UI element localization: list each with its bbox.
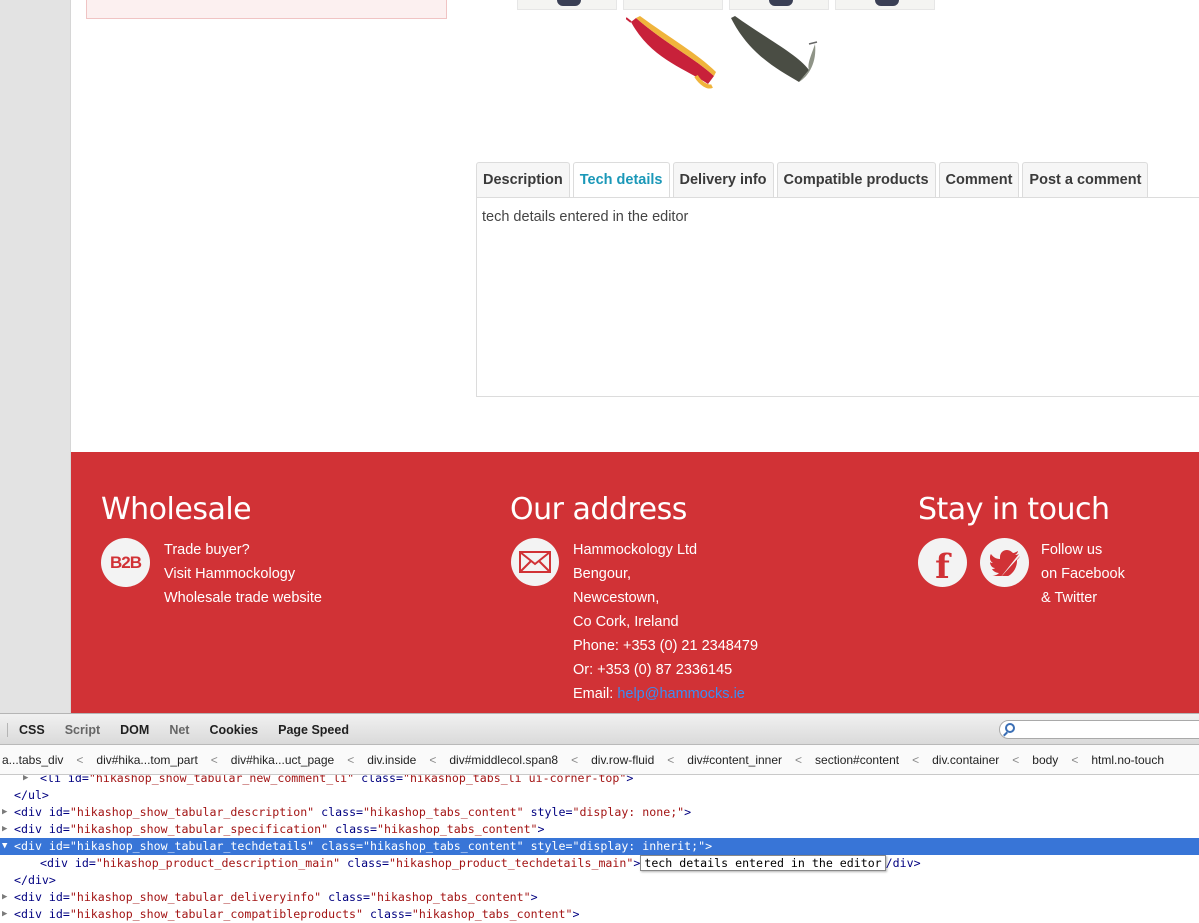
tab-tech-details[interactable]: Tech details (572, 162, 670, 199)
html-line-selected[interactable]: ▼ <div id="hikashop_show_tabular_techdet… (0, 838, 1199, 855)
html-line[interactable]: ▶ <li id="hikashop_show_tabular_new_comm… (0, 775, 1199, 787)
devtools-tab-dom[interactable]: DOM (110, 723, 159, 737)
address-line-3: Newcestown, (573, 590, 660, 606)
thumbnail[interactable] (835, 0, 935, 10)
crumb-7[interactable]: section#content (813, 753, 901, 767)
thumbnail[interactable] (517, 0, 617, 10)
address-line-4: Co Cork, Ireland (573, 614, 679, 630)
html-tree: ▶ <li id="hikashop_show_tabular_new_comm… (0, 775, 1199, 923)
address-heading: Our address (510, 492, 687, 527)
breadcrumb: a...tabs_div < div#hika...tom_part < div#h… (0, 745, 1199, 775)
html-line[interactable]: ▶ <div id="hikashop_show_tabular_specifi… (0, 821, 1199, 838)
social-line-3: & Twitter (1041, 590, 1098, 606)
hammock-red-image[interactable] (625, 14, 721, 92)
devtools-tab-script[interactable]: Script (55, 723, 110, 737)
social-line-2: on Facebook (1041, 566, 1125, 582)
crumb-8[interactable]: div.container (930, 753, 1001, 767)
crumb-3[interactable]: div.inside (365, 753, 418, 767)
crumb-10[interactable]: html.no-touch (1089, 753, 1166, 767)
crumb-0[interactable]: a...tabs_div (0, 753, 65, 767)
tech-details-text: tech details entered in the editor (482, 209, 689, 225)
tab-delivery-info[interactable]: Delivery info (672, 162, 774, 198)
email-line: Email: help@hammocks.ie (573, 682, 758, 706)
twitter-icon[interactable] (980, 538, 1029, 587)
social-line-1: Follow us (1041, 542, 1103, 558)
crumb-2[interactable]: div#hika...uct_page (229, 753, 336, 767)
devtools-search-input[interactable] (999, 720, 1199, 739)
search-icon (1005, 723, 1015, 733)
b2b-badge-text: B2B (109, 552, 142, 572)
devtools-panel: CSS Script DOM Net Cookies Page Speed a.… (0, 713, 1199, 923)
product-page: Description Tech details Delivery info C… (71, 0, 1199, 713)
tab-post-a-comment[interactable]: Post a comment (1022, 162, 1149, 198)
social-heading: Stay in touch (918, 492, 1110, 527)
phone-line: Phone: +353 (0) 21 2348479 (573, 638, 759, 654)
html-line[interactable]: ▶ <div id="hikashop_show_tabular_compati… (0, 906, 1199, 923)
wholesale-line-1: Trade buyer? (164, 542, 250, 558)
notice-box (86, 0, 447, 19)
wholesale-line-3[interactable]: Wholesale trade website (164, 586, 322, 610)
product-thumbnails (517, 0, 935, 11)
alt-phone-line: Or: +353 (0) 87 2336145 (573, 662, 733, 678)
left-gutter (0, 0, 71, 713)
thumbnail[interactable] (729, 0, 829, 10)
devtools-tab-cookies[interactable]: Cookies (199, 723, 268, 737)
hammock-images (625, 14, 822, 92)
facebook-icon[interactable]: f (918, 538, 967, 587)
crumb-1[interactable]: div#hika...tom_part (94, 753, 199, 767)
html-line[interactable]: ▶ <div id="hikashop_show_tabular_deliver… (0, 889, 1199, 906)
site-footer: Wholesale B2B Trade buyer? Visit Hammock… (71, 452, 1199, 713)
thumbnail[interactable] (623, 0, 723, 10)
crumb-4[interactable]: div#middlecol.span8 (447, 753, 560, 767)
product-tabs: Description Tech details Delivery info C… (476, 162, 1151, 199)
crumb-6[interactable]: div#content_inner (685, 753, 784, 767)
tab-description[interactable]: Description (476, 162, 570, 198)
address-line-1: Hammockology Ltd (573, 542, 698, 558)
tab-comment[interactable]: Comment (938, 162, 1020, 198)
wholesale-heading: Wholesale (101, 492, 252, 527)
text-node-tooltip: tech details entered in the editor (640, 855, 886, 871)
devtools-toolbar: CSS Script DOM Net Cookies Page Speed (0, 713, 1199, 745)
b2b-icon[interactable]: B2B (101, 538, 150, 587)
devtools-tab-css[interactable]: CSS (7, 722, 55, 737)
email-label: Email: (573, 686, 618, 702)
devtools-tab-page-speed[interactable]: Page Speed (268, 723, 359, 737)
devtools-tab-net[interactable]: Net (159, 723, 199, 737)
crumb-5[interactable]: div.row-fluid (589, 753, 656, 767)
tab-panel-tech-details: tech details entered in the editor (476, 197, 1199, 397)
wholesale-line-2[interactable]: Visit Hammockology (164, 562, 322, 586)
html-line[interactable]: ▶ <div id="hikashop_show_tabular_descrip… (0, 804, 1199, 821)
html-line[interactable]: </ul> (0, 787, 1199, 804)
hammock-grey-image[interactable] (727, 14, 822, 92)
email-link[interactable]: help@hammocks.ie (617, 686, 745, 702)
envelope-icon (511, 538, 559, 586)
html-line[interactable]: </div> (0, 872, 1199, 889)
address-line-2: Bengour, (573, 566, 632, 582)
tab-compatible-products[interactable]: Compatible products (776, 162, 936, 198)
crumb-9[interactable]: body (1030, 753, 1060, 767)
html-line[interactable]: <div id="hikashop_product_description_ma… (0, 855, 1199, 872)
